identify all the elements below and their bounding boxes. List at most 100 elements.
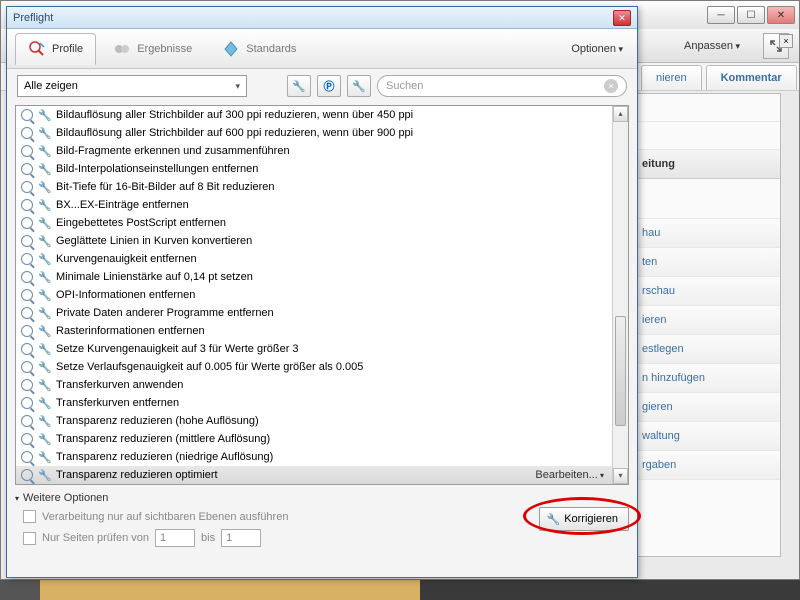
dialog-close-button[interactable]: ✕ (613, 10, 631, 26)
wrench-icon: 🔧 (38, 198, 52, 212)
side-item[interactable]: rgaben (632, 451, 780, 480)
panel-close-icon[interactable]: × (779, 34, 793, 48)
list-item[interactable]: 🔧Transferkurven anwenden (16, 376, 612, 394)
toolbtn-3[interactable]: 🔧 (347, 75, 371, 97)
pages-from-label: Nur Seiten prüfen von (42, 532, 149, 544)
list-item[interactable]: 🔧OPI-Informationen entfernen (16, 286, 612, 304)
clear-search-icon[interactable]: × (604, 79, 618, 93)
magnifier-icon (20, 234, 34, 248)
magnifier-icon (20, 126, 34, 140)
tab-results[interactable]: Ergebnisse (100, 33, 205, 65)
list-item[interactable]: 🔧Kurvengenauigkeit entfernen (16, 250, 612, 268)
list-item[interactable]: 🔧Bit-Tiefe für 16-Bit-Bilder auf 8 Bit r… (16, 178, 612, 196)
magnifier-icon (20, 450, 34, 464)
tab-sign[interactable]: nieren (641, 65, 702, 90)
side-item[interactable]: ieren (632, 306, 780, 335)
wrench-icon: 🔧 (38, 108, 52, 122)
list-item-label: Transparenz reduzieren (niedrige Auflösu… (56, 451, 273, 463)
list-item-label: Bild-Interpolationseinstellungen entfern… (56, 163, 258, 175)
toolbtn-1[interactable]: 🔧 (287, 75, 311, 97)
side-item[interactable]: rschau (632, 277, 780, 306)
dialog-titlebar[interactable]: Preflight ✕ (7, 7, 637, 29)
search-input[interactable]: Suchen × (377, 75, 627, 97)
list-item-label: Setze Verlaufsgenauigkeit auf 0.005 für … (56, 361, 363, 373)
window-close-button[interactable]: ✕ (767, 6, 795, 24)
side-item[interactable]: waltung (632, 422, 780, 451)
scroll-up-button[interactable]: ▴ (613, 106, 628, 122)
tab-profile[interactable]: Profile (15, 33, 96, 65)
side-item[interactable]: ten (632, 248, 780, 277)
list-item-label: Bild-Fragmente erkennen und zusammenführ… (56, 145, 290, 157)
wrench-icon: 🔧 (38, 144, 52, 158)
magnifier-icon (20, 342, 34, 356)
dialog-tabs: Profile Ergebnisse Standards Optionen (7, 29, 637, 69)
status-bar (0, 580, 800, 600)
filter-combo[interactable]: Alle zeigen (17, 75, 247, 97)
side-item[interactable]: estlegen (632, 335, 780, 364)
wrench-icon: 🔧 (38, 432, 52, 446)
list-item[interactable]: 🔧Minimale Linienstärke auf 0,14 pt setze… (16, 268, 612, 286)
wrench-icon: 🔧 (38, 216, 52, 230)
list-item[interactable]: 🔧Bildauflösung aller Strichbilder auf 60… (16, 124, 612, 142)
tab-comment[interactable]: Kommentar (706, 65, 797, 90)
list-item-label: Transparenz reduzieren optimiert (56, 469, 218, 481)
side-panel-header: eitung (632, 150, 780, 179)
toolbtn-2[interactable]: Ⓟ (317, 75, 341, 97)
list-item[interactable]: 🔧Transparenz reduzieren optimiertBearbei… (16, 466, 612, 484)
list-item[interactable]: 🔧Transparenz reduzieren (mittlere Auflös… (16, 430, 612, 448)
list-item[interactable]: 🔧Transferkurven entfernen (16, 394, 612, 412)
visible-layers-label: Verarbeitung nur auf sichtbaren Ebenen a… (42, 511, 288, 523)
tab-standards[interactable]: Standards (209, 33, 309, 65)
magnifier-icon (20, 216, 34, 230)
list-item-label: Bit-Tiefe für 16-Bit-Bilder auf 8 Bit re… (56, 181, 274, 193)
tab-label: Profile (52, 43, 83, 55)
list-item-label: Geglättete Linien in Kurven konvertieren (56, 235, 252, 247)
page-to-input[interactable]: 1 (221, 529, 261, 547)
pages-checkbox[interactable] (23, 532, 36, 545)
scroll-down-button[interactable]: ▾ (613, 468, 628, 484)
wrench-icon: 🔧 (38, 342, 52, 356)
dialog-footer: Weitere Optionen 🔧 Korrigieren Verarbeit… (15, 489, 629, 569)
magnifier-icon (20, 432, 34, 446)
edit-link[interactable]: Bearbeiten... (535, 469, 608, 481)
list-item[interactable]: 🔧 Eingebettetes PostScript entfernen (16, 214, 612, 232)
list-item[interactable]: 🔧Rasterinformationen entfernen (16, 322, 612, 340)
profile-list: 🔧Bildauflösung aller Strichbilder auf 30… (15, 105, 629, 485)
scroll-thumb[interactable] (615, 316, 626, 426)
side-item[interactable]: gieren (632, 393, 780, 422)
list-item-label: Kurvengenauigkeit entfernen (56, 253, 197, 265)
list-item[interactable]: 🔧Private Daten anderer Programme entfern… (16, 304, 612, 322)
list-item[interactable]: 🔧Transparenz reduzieren (hohe Auflösung) (16, 412, 612, 430)
scrollbar[interactable]: ▴ ▾ (612, 106, 628, 484)
list-item[interactable]: 🔧BX...EX-Einträge entfernen (16, 196, 612, 214)
list-item[interactable]: 🔧Transparenz reduzieren (niedrige Auflös… (16, 448, 612, 466)
page-from-input[interactable]: 1 (155, 529, 195, 547)
list-item-label: Transparenz reduzieren (hohe Auflösung) (56, 415, 259, 427)
list-item[interactable]: 🔧Geglättete Linien in Kurven konvertiere… (16, 232, 612, 250)
magnifier-icon (20, 144, 34, 158)
list-item[interactable]: 🔧 Bild-Fragmente erkennen und zusammenfüh… (16, 142, 612, 160)
visible-layers-checkbox[interactable] (23, 510, 36, 523)
more-options-label: Weitere Optionen (23, 492, 108, 504)
list-item[interactable]: 🔧Setze Verlaufsgenauigkeit auf 0.005 für… (16, 358, 612, 376)
magnifier-icon (20, 378, 34, 392)
list-item[interactable]: 🔧Bild-Interpolationseinstellungen entfer… (16, 160, 612, 178)
window-minimize-button[interactable]: ─ (707, 6, 735, 24)
magnifier-icon (20, 306, 34, 320)
side-item[interactable]: n hinzufügen (632, 364, 780, 393)
list-item-label: Transferkurven anwenden (56, 379, 183, 391)
tab-label: Ergebnisse (137, 43, 192, 55)
window-maximize-button[interactable]: ☐ (737, 6, 765, 24)
fix-button[interactable]: 🔧 Korrigieren (539, 507, 629, 531)
customize-dropdown[interactable]: Anpassen (673, 35, 751, 57)
options-dropdown[interactable]: Optionen (565, 39, 629, 59)
list-item-label: Eingebettetes PostScript entfernen (56, 217, 226, 229)
magnifier-icon (20, 324, 34, 338)
more-options-toggle[interactable]: Weitere Optionen (15, 489, 629, 507)
list-item[interactable]: 🔧Setze Kurvengenauigkeit auf 3 für Werte… (16, 340, 612, 358)
magnifier-icon (20, 396, 34, 410)
side-item[interactable]: hau (632, 219, 780, 248)
magnifier-icon (20, 468, 34, 482)
list-item[interactable]: 🔧Bildauflösung aller Strichbilder auf 30… (16, 106, 612, 124)
p-icon: Ⓟ (324, 78, 335, 94)
